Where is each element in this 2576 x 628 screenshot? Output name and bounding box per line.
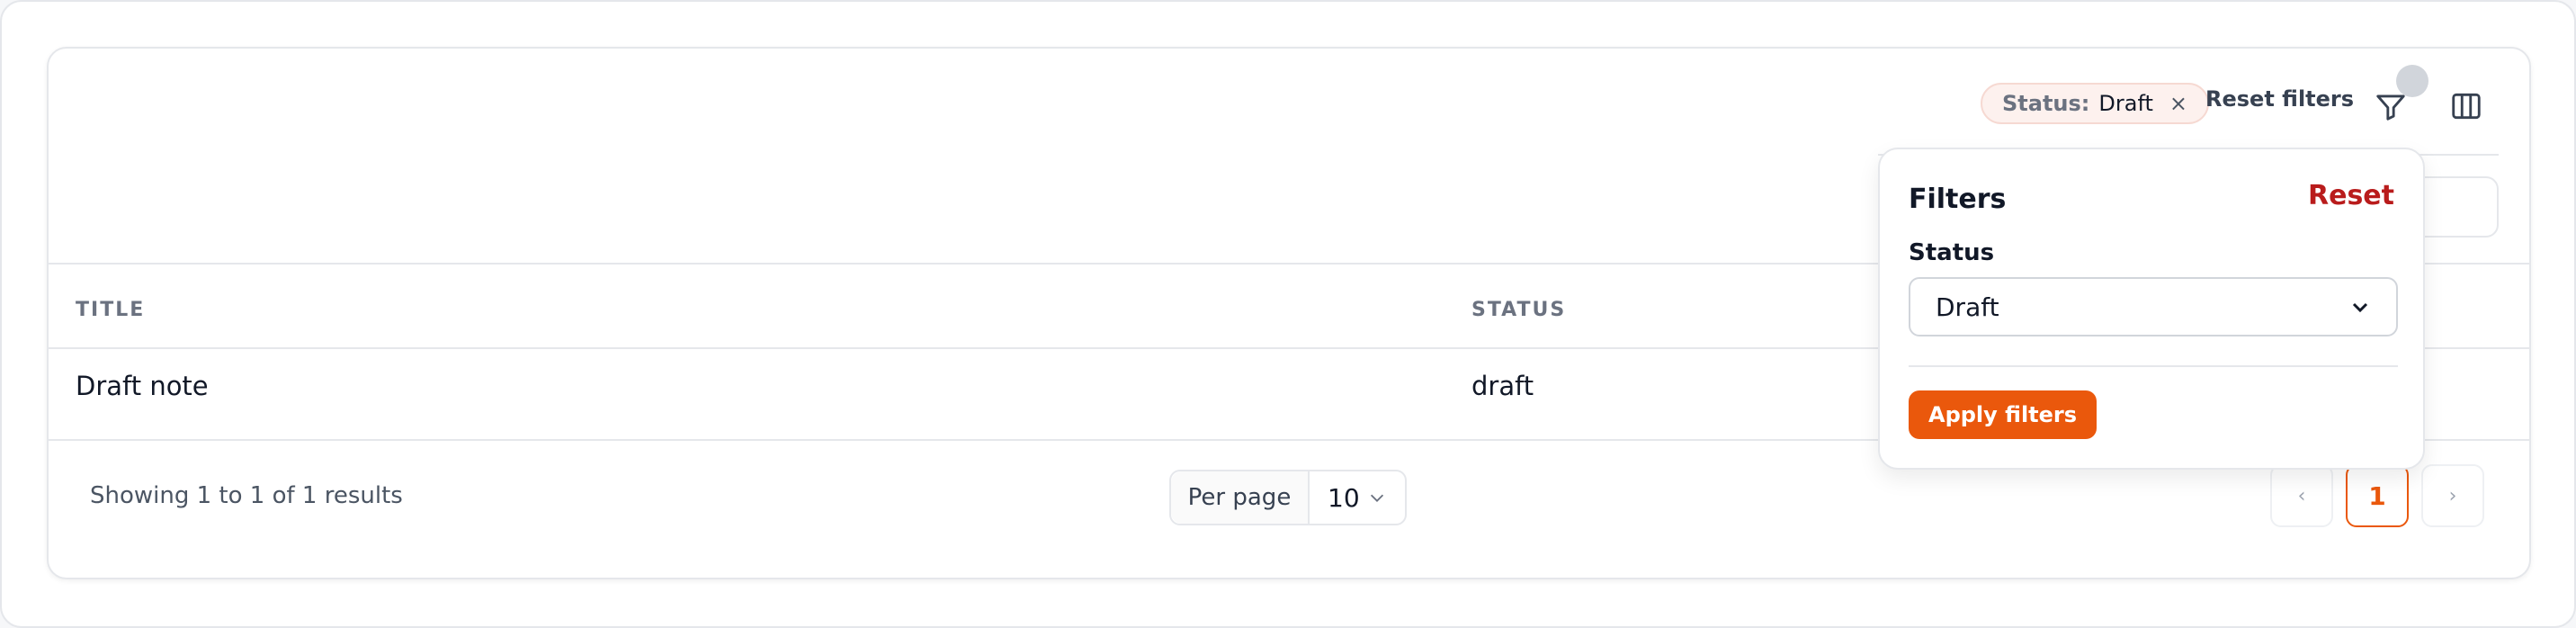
filters-popover: Filters Reset Status Draft Apply filters [1878,148,2425,470]
columns-icon [2452,93,2481,120]
column-header-status[interactable]: STATUS [1471,299,1566,321]
column-header-title[interactable]: TITLE [76,299,145,321]
prev-page-button[interactable]: ‹ [2270,464,2333,527]
active-filter-chip[interactable]: Status: Draft × [1981,83,2210,124]
popover-title: Filters [1909,184,2007,215]
chip-value: Draft [2098,91,2153,116]
results-summary: Showing 1 to 1 of 1 results [90,482,403,509]
per-page-value: 10 [1328,482,1360,513]
cell-title[interactable]: Draft note [76,371,209,401]
next-page-button[interactable]: › [2421,464,2484,527]
popover-divider [1909,365,2398,367]
per-page-select[interactable]: Per page 10 [1169,470,1407,525]
cell-status: draft [1471,371,1534,401]
reset-filters-link[interactable]: Reset filters [2205,86,2354,112]
per-page-label: Per page [1171,471,1310,524]
per-page-value-wrap[interactable]: 10 [1310,483,1405,513]
apply-filters-button[interactable]: Apply filters [1909,390,2097,439]
close-icon[interactable]: × [2169,91,2187,116]
status-filter-label: Status [1909,239,1995,266]
status-filter-value: Draft [1936,292,1999,322]
columns-toggle-button[interactable] [2441,81,2491,131]
status-filter-select[interactable]: Draft [1909,277,2398,336]
chip-key: Status: [2002,91,2090,116]
chevron-down-icon [2352,302,2368,313]
filter-count-badge [2396,65,2428,97]
chevron-down-icon [1370,494,1384,502]
popover-reset-button[interactable]: Reset [2308,180,2394,211]
page-button-current[interactable]: 1 [2346,464,2409,527]
pagination: ‹ 1 › [2270,464,2484,531]
